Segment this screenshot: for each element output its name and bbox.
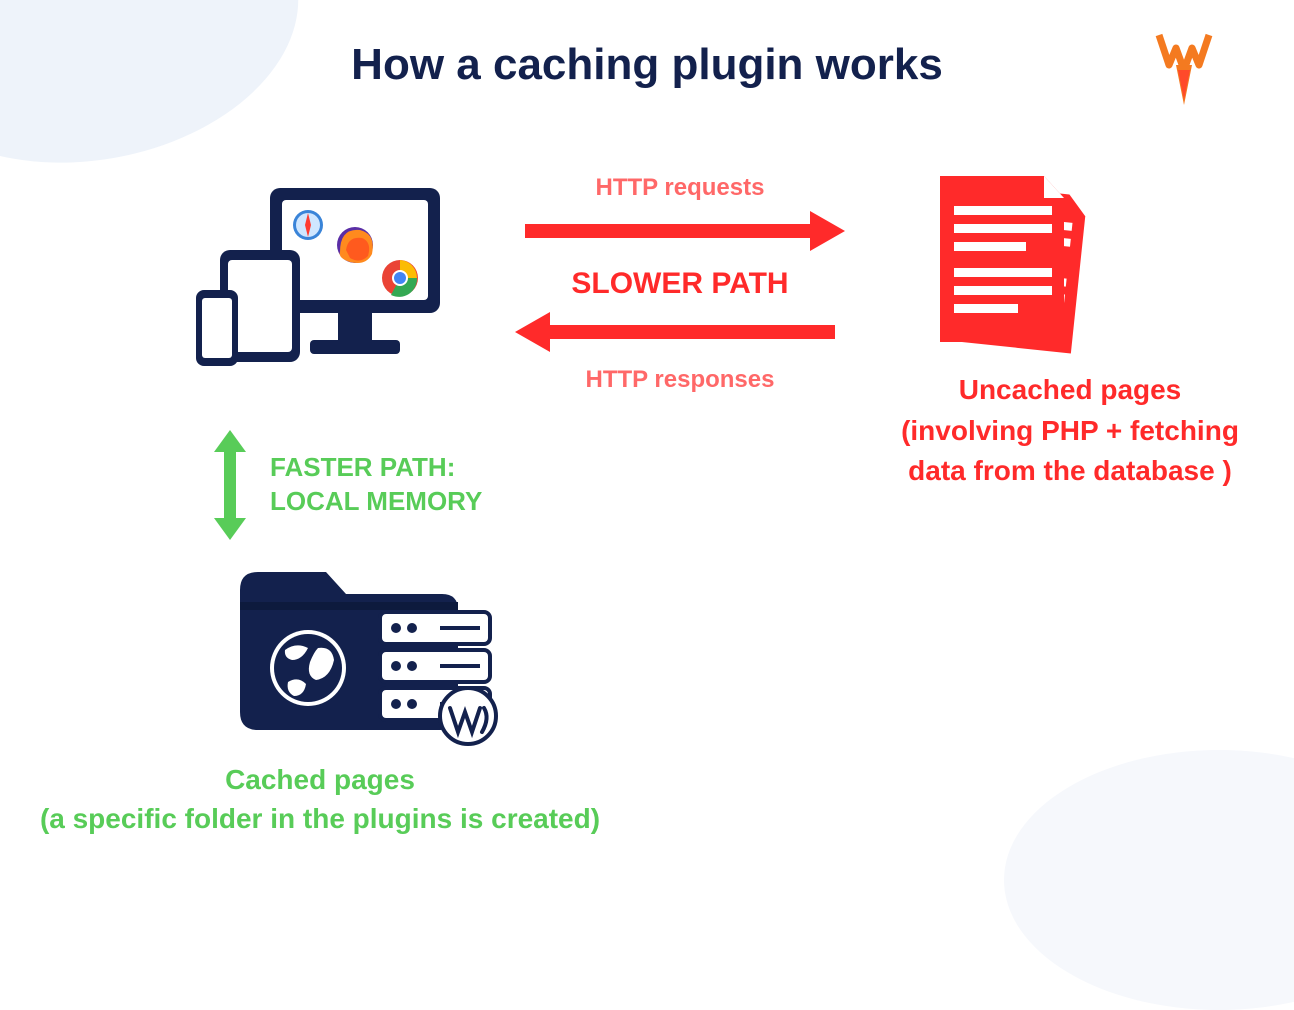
faster-line1: FASTER PATH:	[270, 451, 482, 485]
faster-path-block: FASTER PATH: LOCAL MEMORY	[210, 430, 482, 540]
arrow-left-icon	[515, 307, 845, 357]
slower-path-label: SLOWER PATH	[510, 267, 850, 301]
uncached-line2: (involving PHP + fetching	[860, 411, 1280, 452]
bg-shape-bottom-right	[1004, 750, 1294, 1010]
http-responses-label: HTTP responses	[510, 366, 850, 394]
cached-line2: (a specific folder in the plugins is cre…	[10, 799, 630, 838]
http-requests-label: HTTP requests	[510, 174, 850, 202]
uncached-line3: data from the database )	[860, 451, 1280, 492]
cache-folder-icon	[230, 550, 510, 755]
wp-rocket-logo-icon	[1154, 30, 1214, 115]
faster-line2: LOCAL MEMORY	[270, 485, 482, 519]
uncached-pages-caption: Uncached pages (involving PHP + fetching…	[860, 370, 1280, 492]
arrow-right-icon	[515, 206, 845, 256]
wordpress-icon	[440, 688, 496, 744]
http-arrows-block: HTTP requests SLOWER PATH HTTP responses	[510, 170, 850, 398]
uncached-line1: Uncached pages	[860, 370, 1280, 411]
diagram-title: How a caching plugin works	[0, 40, 1294, 90]
faster-path-label: FASTER PATH: LOCAL MEMORY	[270, 451, 482, 519]
devices-browsers-icon	[190, 180, 450, 395]
bg-shape-top-left	[0, 0, 321, 194]
documents-pages-icon	[930, 170, 1110, 365]
double-arrow-vertical-icon	[210, 430, 250, 540]
cached-pages-caption: Cached pages (a specific folder in the p…	[10, 760, 630, 838]
cached-line1: Cached pages	[10, 760, 630, 799]
